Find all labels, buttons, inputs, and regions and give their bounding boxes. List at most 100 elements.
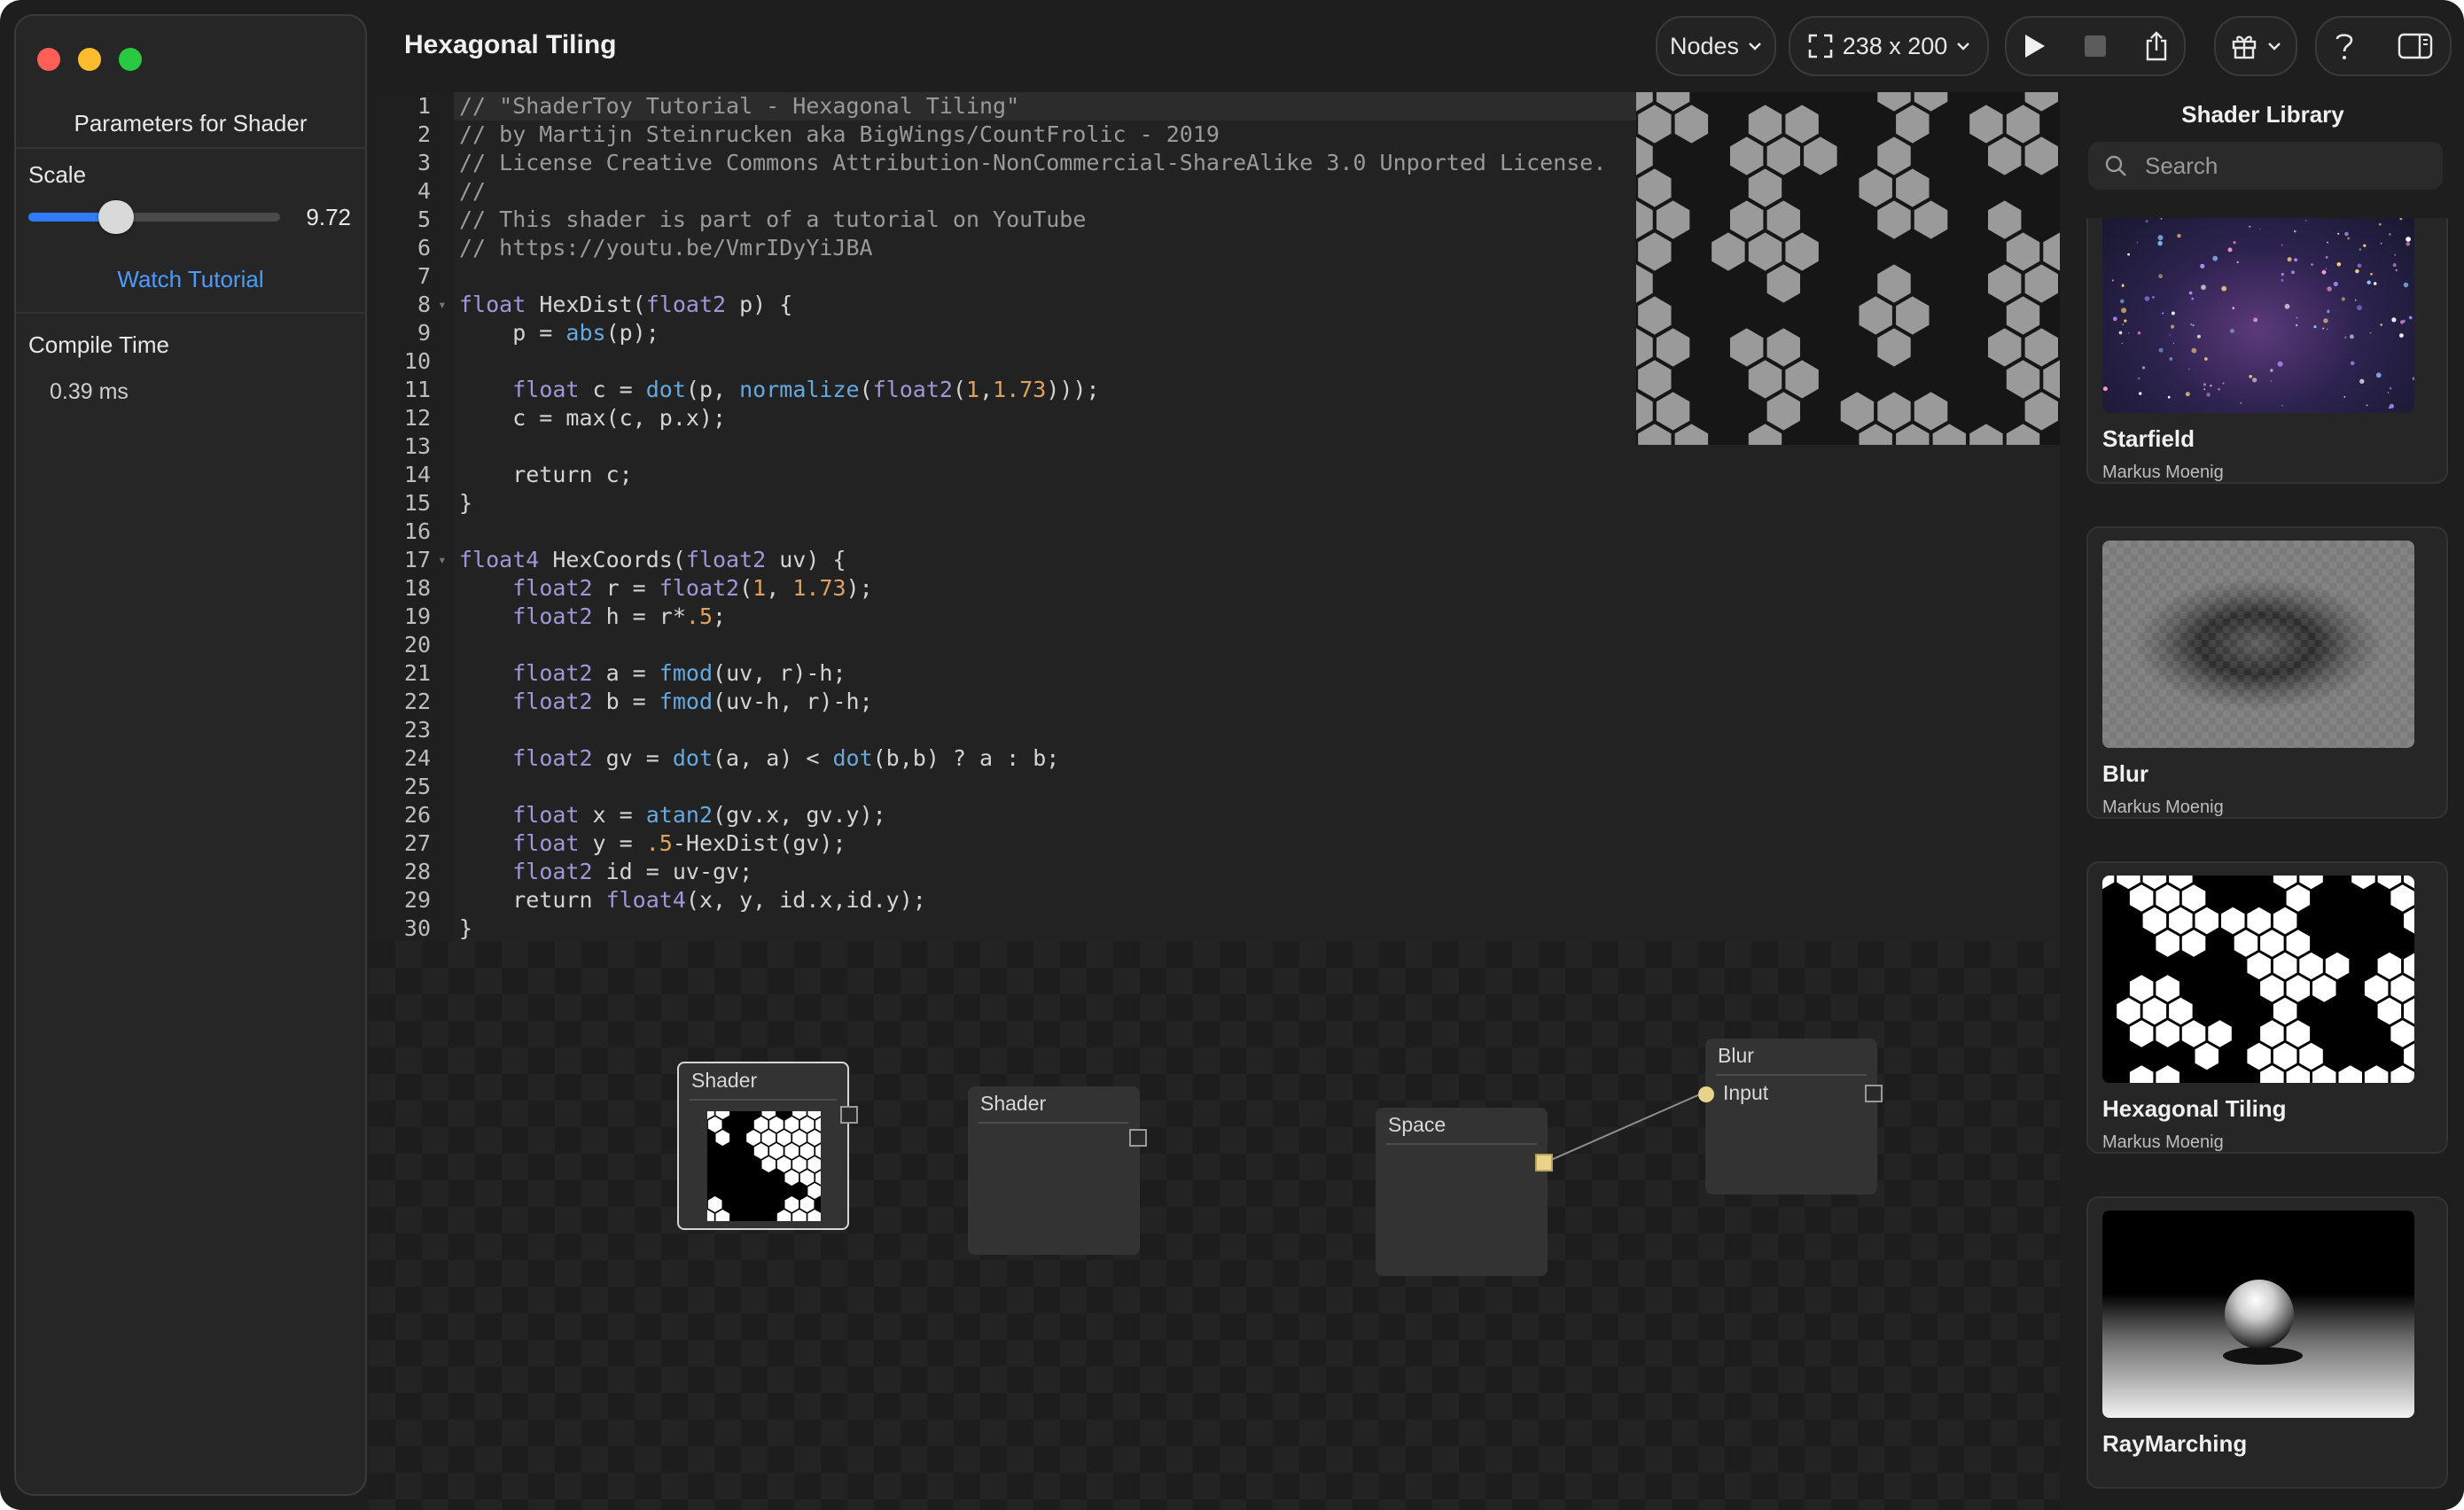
close-window-button[interactable] xyxy=(37,48,60,71)
space-node[interactable]: Space xyxy=(1376,1108,1553,1276)
code-line[interactable]: float2 gv = dot(a, a) < dot(b,b) ? a : b… xyxy=(454,744,2065,773)
zoom-window-button[interactable] xyxy=(119,48,142,71)
line-number-text: 10 xyxy=(403,348,431,374)
line-number: 6 xyxy=(369,234,454,262)
line-number-text: 17 xyxy=(403,547,431,572)
fullscreen-icon xyxy=(1808,34,1832,58)
code-line[interactable]: float2 b = fmod(uv-h, r)-h; xyxy=(454,688,2065,716)
code-token: HexDist( xyxy=(526,292,646,317)
code-token: // xyxy=(459,178,487,204)
code-token: , xyxy=(766,575,793,601)
line-number-text: 6 xyxy=(417,235,431,261)
scale-slider-thumb[interactable] xyxy=(98,200,135,234)
raymarching-thumbnail xyxy=(2102,1210,2414,1418)
fold-arrow-icon[interactable]: ▾ xyxy=(438,546,447,574)
line-number-text: 19 xyxy=(403,603,431,629)
line-number-text: 13 xyxy=(403,433,431,459)
scale-slider[interactable] xyxy=(28,200,280,234)
code-token: .5 xyxy=(685,603,713,629)
code-line[interactable]: float2 h = r*.5; xyxy=(454,603,2065,631)
gift-icon xyxy=(2232,35,2257,59)
line-number-text: 1 xyxy=(417,93,431,119)
parameters-sidebar: Parameters for Shader Scale 9.72 Watch T… xyxy=(14,14,367,1496)
output-port[interactable] xyxy=(840,1106,858,1124)
node-title: Blur xyxy=(1718,1044,1754,1067)
code-line[interactable]: float2 id = uv-gv; xyxy=(454,858,2065,886)
output-port[interactable] xyxy=(1535,1154,1553,1171)
code-token: a = xyxy=(592,660,659,686)
code-line[interactable]: float x = atan2(gv.x, gv.y); xyxy=(454,801,2065,829)
code-line[interactable]: return c; xyxy=(454,461,2065,489)
playback-controls xyxy=(2005,16,2186,76)
code-line[interactable] xyxy=(454,773,2065,801)
shader-node-selected[interactable]: Shader xyxy=(677,1062,858,1230)
code-token: 1.73 xyxy=(792,575,846,601)
code-line[interactable]: } xyxy=(454,489,2065,518)
line-number-text: 27 xyxy=(403,830,431,856)
code-token: (x, y, id.x,id.y); xyxy=(685,887,926,913)
line-number-text: 20 xyxy=(403,632,431,658)
code-line[interactable]: float2 a = fmod(uv, r)-h; xyxy=(454,659,2065,688)
input-port[interactable] xyxy=(1698,1086,1714,1102)
library-card-blur[interactable]: Blur Markus Moenig xyxy=(2086,526,2448,819)
fold-arrow-icon[interactable]: ▾ xyxy=(438,291,447,319)
code-line[interactable]: float2 r = float2(1, 1.73); xyxy=(454,574,2065,603)
card-author: Markus Moenig xyxy=(2102,1132,2224,1152)
line-number-text: 7 xyxy=(417,263,431,289)
code-token: dot xyxy=(832,745,873,771)
library-card-raymarching[interactable]: RayMarching xyxy=(2086,1196,2448,1489)
code-token: r = xyxy=(592,575,659,601)
library-card-hexagonal-tiling[interactable]: Hexagonal Tiling Markus Moenig xyxy=(2086,861,2448,1154)
line-number-text: 26 xyxy=(403,802,431,828)
code-line[interactable]: float4 HexCoords(float2 uv) { xyxy=(454,546,2065,574)
line-number-text: 14 xyxy=(403,462,431,487)
resolution-dropdown[interactable]: 238 x 200 xyxy=(1789,16,1989,76)
output-port[interactable] xyxy=(1865,1085,1883,1102)
library-list[interactable]: Starfield Markus Moenig Blur Markus Moen… xyxy=(2062,218,2464,1510)
code-line[interactable]: return float4(x, y, id.x,id.y); xyxy=(454,886,2065,915)
play-icon[interactable] xyxy=(2021,32,2047,60)
minimize-window-button[interactable] xyxy=(78,48,101,71)
blur-node[interactable]: Blur Input xyxy=(1698,1039,1883,1195)
code-token: float4 xyxy=(459,547,540,572)
node-graph-canvas[interactable]: Shader Shader Space Blur Input xyxy=(369,941,2060,1510)
code-token: float4 xyxy=(605,887,686,913)
shader-preview[interactable] xyxy=(1636,92,2060,445)
line-number-text: 2 xyxy=(417,121,431,147)
line-number: 7 xyxy=(369,262,454,291)
line-number: 10 xyxy=(369,347,454,376)
divider xyxy=(979,1122,1129,1124)
code-token: 1 xyxy=(966,377,980,402)
compile-time-label: Compile Time xyxy=(28,331,169,358)
code-line[interactable] xyxy=(454,518,2065,546)
gift-menu-button[interactable] xyxy=(2214,16,2297,76)
code-line[interactable]: } xyxy=(454,915,2065,943)
watch-tutorial-link[interactable]: Watch Tutorial xyxy=(16,266,365,293)
stop-icon[interactable] xyxy=(2084,35,2107,58)
code-token: } xyxy=(459,915,473,941)
code-line[interactable] xyxy=(454,716,2065,744)
sidebar-title: Parameters for Shader xyxy=(74,110,308,136)
code-line[interactable]: float y = .5-HexDist(gv); xyxy=(454,829,2065,858)
shader-node-thumbnail xyxy=(707,1111,821,1221)
help-icon[interactable] xyxy=(2334,31,2355,61)
code-line[interactable] xyxy=(454,631,2065,659)
output-port[interactable] xyxy=(1129,1129,1147,1147)
chevron-down-icon xyxy=(1957,43,1970,51)
code-token: ; xyxy=(713,603,727,629)
line-number: 29 xyxy=(369,886,454,915)
code-token: // by Martijn Steinrucken aka BigWings/C… xyxy=(459,121,1220,147)
share-icon[interactable] xyxy=(2143,30,2170,62)
library-search-input[interactable]: Search xyxy=(2088,142,2443,190)
code-token: float xyxy=(459,292,526,317)
library-card-starfield[interactable]: Starfield Markus Moenig xyxy=(2086,218,2448,484)
view-mode-dropdown[interactable]: Nodes xyxy=(1656,16,1776,76)
shader-node[interactable]: Shader xyxy=(968,1086,1147,1255)
code-token: float2 xyxy=(512,660,593,686)
starfield-thumbnail xyxy=(2102,218,2414,413)
code-token: (uv-h, r)-h; xyxy=(713,689,873,714)
sidebar-toggle-icon[interactable] xyxy=(2398,33,2433,59)
line-number-text: 8 xyxy=(417,292,431,317)
